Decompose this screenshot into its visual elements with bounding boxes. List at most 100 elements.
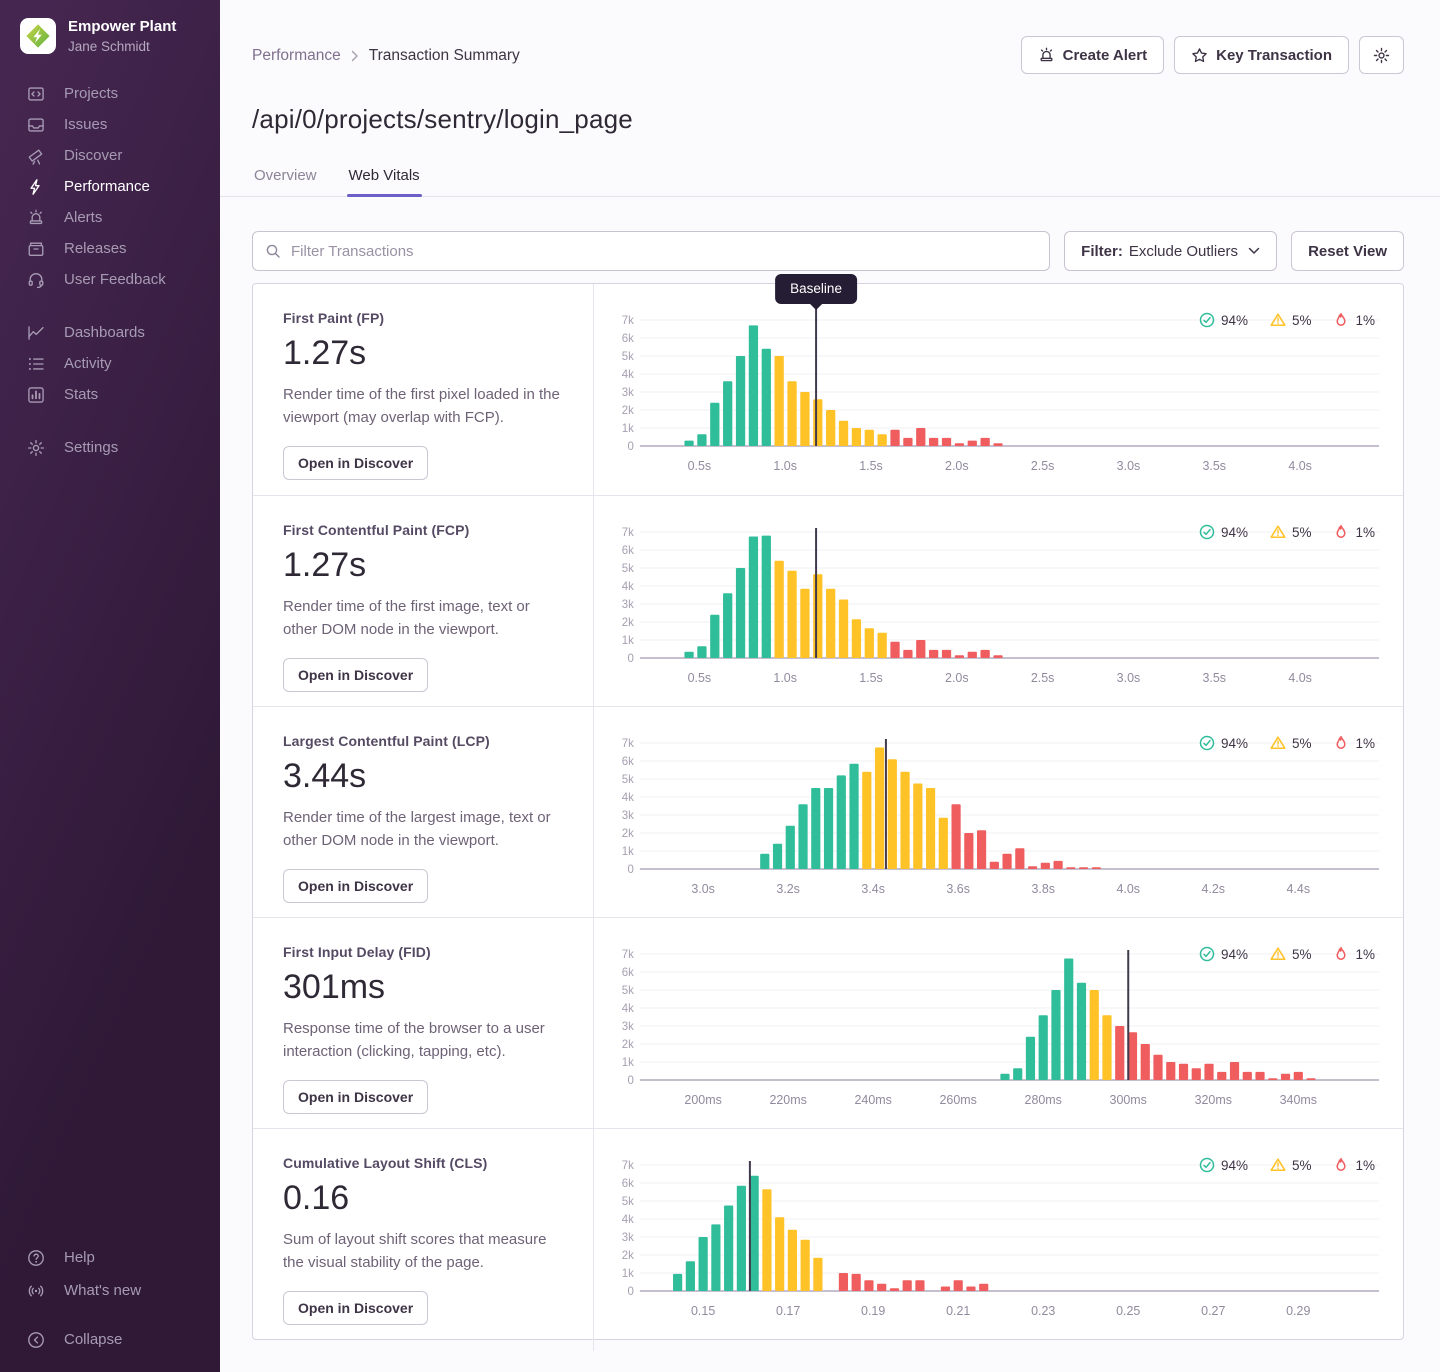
histogram-bar[interactable] <box>890 1288 899 1291</box>
histogram-bar[interactable] <box>813 1258 822 1291</box>
histogram-bar[interactable] <box>1166 1062 1175 1080</box>
histogram-bar[interactable] <box>903 1280 912 1291</box>
histogram-bar[interactable] <box>865 628 874 658</box>
create-alert-button[interactable]: Create Alert <box>1021 36 1164 74</box>
histogram-bar[interactable] <box>1015 848 1024 869</box>
histogram-bar[interactable] <box>1268 1078 1277 1080</box>
histogram-bar[interactable] <box>773 844 782 869</box>
histogram-bar[interactable] <box>723 381 732 446</box>
histogram-bar[interactable] <box>737 1186 746 1291</box>
histogram-bar[interactable] <box>1102 1015 1111 1080</box>
histogram-bar[interactable] <box>864 1280 873 1291</box>
histogram-bar[interactable] <box>977 830 986 869</box>
histogram-bar[interactable] <box>824 788 833 869</box>
sidebar-item-releases[interactable]: Releases <box>0 233 220 264</box>
histogram-bar[interactable] <box>798 804 807 869</box>
sidebar-item-issues[interactable]: Issues <box>0 109 220 140</box>
histogram-bar[interactable] <box>1230 1062 1239 1080</box>
histogram-bar[interactable] <box>839 600 848 659</box>
transaction-settings-button[interactable] <box>1359 36 1404 74</box>
open-in-discover-button[interactable]: Open in Discover <box>283 1291 428 1325</box>
histogram-bar[interactable] <box>939 818 948 869</box>
histogram-bar[interactable] <box>800 589 809 658</box>
histogram-bar[interactable] <box>1064 959 1073 1081</box>
histogram-bar[interactable] <box>787 381 796 446</box>
outliers-filter-dropdown[interactable]: Filter: Exclude Outliers <box>1064 231 1277 271</box>
sidebar-item-settings[interactable]: Settings <box>0 432 220 463</box>
open-in-discover-button[interactable]: Open in Discover <box>283 446 428 480</box>
histogram-bar[interactable] <box>903 650 912 658</box>
histogram-bar[interactable] <box>1090 990 1099 1080</box>
histogram-bar[interactable] <box>1128 1032 1137 1080</box>
histogram-bar[interactable] <box>942 650 951 658</box>
histogram-bar[interactable] <box>826 410 835 446</box>
histogram-bar[interactable] <box>1153 1055 1162 1080</box>
histogram-bar[interactable] <box>736 356 745 446</box>
sidebar-collapse-button[interactable]: Collapse <box>0 1323 220 1356</box>
histogram-bar[interactable] <box>888 759 897 869</box>
histogram-bar[interactable] <box>877 1284 886 1291</box>
histogram-bar[interactable] <box>697 646 706 658</box>
histogram-bar[interactable] <box>1255 1072 1264 1080</box>
histogram-bar[interactable] <box>762 349 771 446</box>
histogram-bar[interactable] <box>1141 1044 1150 1080</box>
histogram-bar[interactable] <box>1041 863 1050 869</box>
histogram-bar[interactable] <box>684 652 693 658</box>
histogram-bar[interactable] <box>1077 983 1086 1080</box>
histogram-bar[interactable] <box>903 438 912 446</box>
histogram-bar[interactable] <box>711 1224 720 1291</box>
histogram-bar[interactable] <box>750 1176 759 1291</box>
histogram-bar[interactable] <box>955 655 964 658</box>
histogram-bar[interactable] <box>787 571 796 658</box>
histogram-bar[interactable] <box>916 428 925 446</box>
histogram-bar[interactable] <box>852 1274 861 1291</box>
histogram-bar[interactable] <box>852 428 861 446</box>
histogram-bar[interactable] <box>981 650 990 658</box>
histogram-bar[interactable] <box>1039 1015 1048 1080</box>
histogram-bar[interactable] <box>1243 1072 1252 1080</box>
histogram-bar[interactable] <box>1066 867 1075 869</box>
histogram-bar[interactable] <box>775 1217 784 1291</box>
histogram-bar[interactable] <box>839 421 848 446</box>
histogram-bar[interactable] <box>862 772 871 869</box>
histogram-bar[interactable] <box>1281 1074 1290 1080</box>
histogram-bar[interactable] <box>981 438 990 446</box>
tab-web-vitals[interactable]: Web Vitals <box>347 161 422 196</box>
histogram-bar[interactable] <box>929 438 938 446</box>
histogram-bar[interactable] <box>762 1189 771 1291</box>
histogram-bar[interactable] <box>749 325 758 446</box>
histogram-bar[interactable] <box>990 862 999 869</box>
reset-view-button[interactable]: Reset View <box>1291 231 1404 271</box>
histogram-bar[interactable] <box>964 833 973 869</box>
histogram-bar[interactable] <box>966 1287 975 1292</box>
breadcrumb-performance[interactable]: Performance <box>252 47 341 65</box>
histogram-bar[interactable] <box>1051 990 1060 1080</box>
histogram-bar[interactable] <box>852 619 861 658</box>
histogram-bar[interactable] <box>979 1284 988 1291</box>
histogram-bar[interactable] <box>1115 1026 1124 1080</box>
histogram-bar[interactable] <box>775 561 784 658</box>
histogram-bar[interactable] <box>865 430 874 446</box>
histogram-bar[interactable] <box>697 434 706 446</box>
histogram-bar[interactable] <box>849 764 858 869</box>
histogram-bar[interactable] <box>1026 1037 1035 1080</box>
histogram-bar[interactable] <box>736 568 745 658</box>
histogram-bar[interactable] <box>1013 1068 1022 1080</box>
histogram-bar[interactable] <box>954 1280 963 1291</box>
histogram-bar[interactable] <box>890 642 899 658</box>
histogram-bar[interactable] <box>875 748 884 870</box>
histogram-bar[interactable] <box>900 772 909 869</box>
histogram-bar[interactable] <box>913 784 922 870</box>
histogram-bar[interactable] <box>968 441 977 446</box>
histogram-bar[interactable] <box>1000 1074 1009 1080</box>
histogram-bar[interactable] <box>749 537 758 659</box>
filter-transactions-input[interactable] <box>252 231 1050 271</box>
sidebar-item-user-feedback[interactable]: User Feedback <box>0 264 220 295</box>
histogram-bar[interactable] <box>760 854 769 869</box>
histogram-bar[interactable] <box>929 650 938 658</box>
org-switcher[interactable]: Empower Plant Jane Schmidt <box>0 0 220 54</box>
histogram-bar[interactable] <box>916 640 925 658</box>
histogram-bar[interactable] <box>1204 1064 1213 1080</box>
histogram-bar[interactable] <box>788 1230 797 1291</box>
histogram-bar[interactable] <box>942 438 951 446</box>
